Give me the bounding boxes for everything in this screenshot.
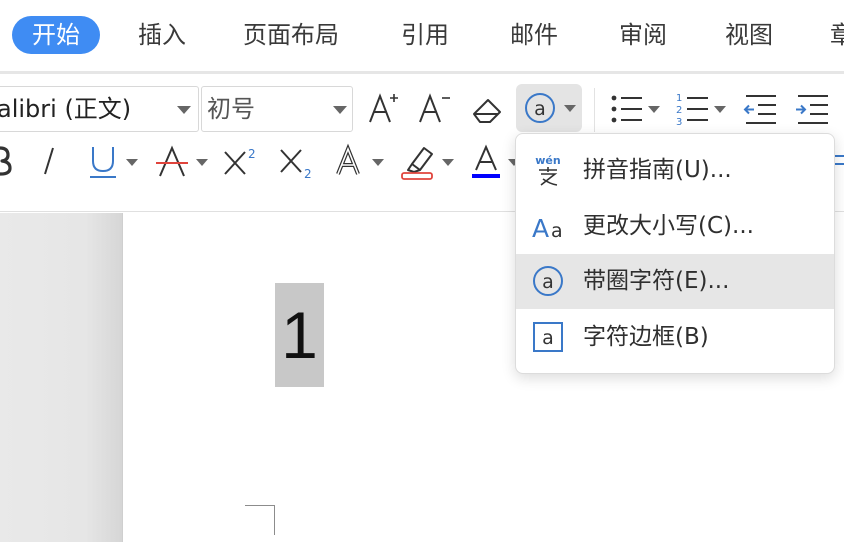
svg-text:wén: wén [535, 154, 560, 167]
menu-item-label: 字符边框(B) [583, 324, 709, 350]
decrease-font-size-icon[interactable] [414, 88, 454, 130]
chevron-down-icon[interactable] [333, 106, 347, 114]
tab-references[interactable]: 引用 [401, 16, 449, 54]
character-border-icon: a [530, 319, 566, 355]
tab-mailings[interactable]: 邮件 [510, 16, 558, 54]
svg-text:a: a [542, 327, 554, 349]
chevron-down-icon[interactable] [442, 159, 454, 166]
phonetic-guide-icon: wén [530, 152, 566, 188]
svg-text:3: 3 [676, 117, 682, 128]
menu-item-label: 带圈字符(E)... [583, 268, 730, 294]
svg-text:A: A [532, 214, 549, 243]
svg-text:2: 2 [304, 167, 312, 181]
strikethrough-icon[interactable] [154, 140, 190, 182]
chevron-down-icon[interactable] [126, 159, 138, 166]
bulleted-list-icon[interactable] [606, 88, 648, 130]
menu-tab-bar: 开始 插入 页面布局 引用 邮件 审阅 视图 章 [0, 0, 844, 72]
italic-icon[interactable] [34, 140, 64, 182]
selected-text[interactable]: 1 [275, 283, 324, 387]
menu-item-label: 拼音指南(U)... [583, 157, 732, 183]
font-name-combo[interactable]: alibri (正文) [0, 86, 199, 132]
font-size-combo[interactable]: 初号 [201, 86, 353, 132]
svg-text:2: 2 [248, 147, 256, 161]
enclosed-character-button[interactable]: a [516, 84, 582, 132]
superscript-icon[interactable]: 2 [220, 140, 262, 182]
text-effect-icon[interactable] [332, 140, 368, 182]
subscript-icon[interactable]: 2 [276, 140, 318, 182]
enclosed-character-icon: a [530, 263, 566, 299]
highlighter-icon[interactable] [398, 140, 440, 182]
svg-text:2: 2 [676, 105, 682, 116]
increase-font-size-icon[interactable] [364, 88, 404, 130]
decrease-indent-icon[interactable] [740, 88, 782, 130]
chevron-down-icon[interactable] [196, 159, 208, 166]
tab-chapter[interactable]: 章 [830, 16, 844, 54]
svg-text:a: a [551, 220, 563, 242]
tab-page-layout[interactable]: 页面布局 [243, 16, 339, 54]
menu-item-enclosed-characters[interactable]: a 带圈字符(E)... [516, 254, 834, 309]
menu-item-character-border[interactable]: a 字符边框(B) [516, 310, 834, 365]
menu-item-label: 更改大小写(C)... [583, 213, 754, 239]
chevron-down-icon[interactable] [564, 105, 576, 112]
enclosed-character-icon: a [525, 93, 555, 123]
tab-insert[interactable]: 插入 [138, 16, 186, 54]
chevron-down-icon[interactable] [372, 159, 384, 166]
margin-corner-mark [274, 505, 275, 535]
menu-item-change-case[interactable]: A a 更改大小写(C)... [516, 199, 834, 254]
increase-indent-icon[interactable] [792, 88, 834, 130]
tab-view[interactable]: 视图 [725, 16, 773, 54]
font-color-icon[interactable] [468, 140, 504, 182]
svg-text:a: a [542, 271, 554, 293]
bold-icon[interactable] [0, 140, 14, 182]
margin-corner-mark [245, 505, 275, 506]
ribbon-divider [594, 88, 595, 132]
tab-home[interactable]: 开始 [12, 16, 100, 54]
change-case-icon: A a [530, 208, 566, 244]
menu-item-phonetic-guide[interactable]: wén 拼音指南(U)... [516, 143, 834, 198]
chevron-down-icon[interactable] [648, 106, 660, 113]
svg-text:a: a [534, 98, 546, 120]
eraser-icon[interactable] [468, 90, 508, 130]
font-special-menu: wén 拼音指南(U)... A a 更改大小写(C)... a 带圈字符(E)… [515, 133, 835, 374]
chevron-down-icon[interactable] [714, 106, 726, 113]
tab-review[interactable]: 审阅 [619, 16, 667, 54]
underline-icon[interactable] [86, 140, 120, 182]
svg-text:1: 1 [676, 93, 682, 104]
document-margin [0, 213, 122, 542]
font-size-value: 初号 [207, 95, 255, 123]
font-name-value: alibri (正文) [0, 95, 132, 123]
numbered-list-icon[interactable]: 1 2 3 [672, 88, 714, 130]
chevron-down-icon[interactable] [177, 106, 191, 114]
